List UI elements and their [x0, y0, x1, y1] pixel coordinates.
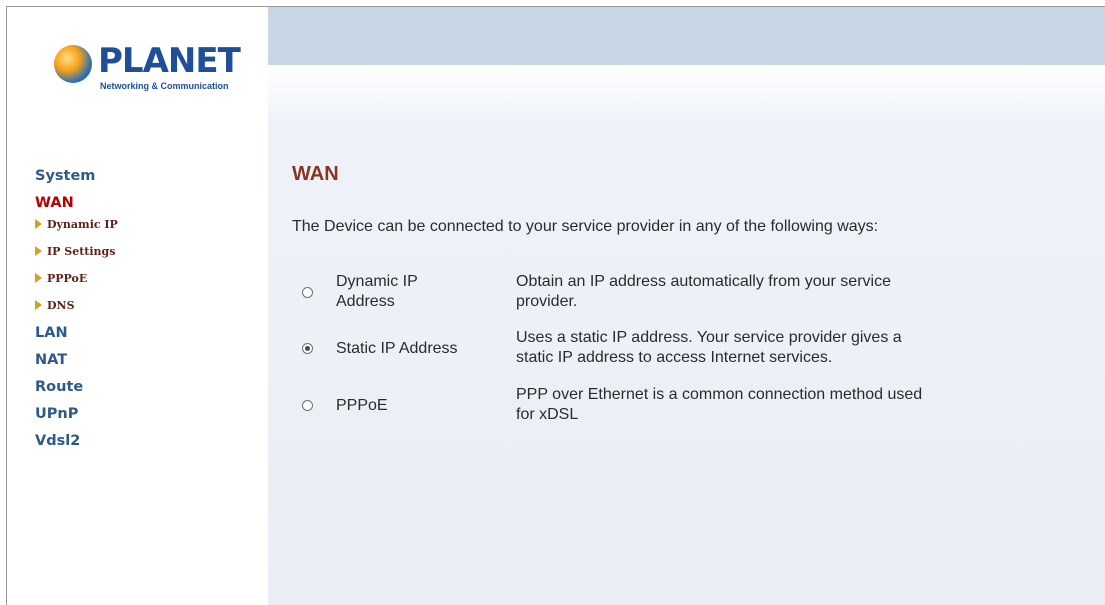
logo-brand: PLANET: [98, 41, 241, 81]
sidebar-subitem-label: DNS: [47, 299, 75, 312]
page-title: WAN: [292, 163, 339, 185]
option-label: PPPoE: [336, 397, 388, 414]
sidebar-subitem-label: IP Settings: [47, 245, 116, 258]
sidebar-item-nat[interactable]: NAT: [35, 349, 118, 376]
sidebar-subitem-dynamic-ip[interactable]: Dynamic IP: [35, 214, 118, 241]
triangle-right-icon: [35, 300, 42, 310]
option-label: Static IP Address: [336, 340, 458, 357]
sidebar: PLANET Networking & Communication System…: [7, 7, 268, 605]
sidebar-menu: System WAN Dynamic IP IP Settings PPPoE …: [35, 165, 118, 457]
header-bar: [268, 7, 1105, 65]
sidebar-subitem-ip-settings[interactable]: IP Settings: [35, 241, 118, 268]
sidebar-item-lan[interactable]: LAN: [35, 322, 118, 349]
option-description: Uses a static IP address. Your service p…: [516, 328, 1016, 368]
sidebar-subitem-label: Dynamic IP: [47, 218, 118, 231]
main-content: WAN The Device can be connected to your …: [268, 65, 1105, 605]
option-description: Obtain an IP address automatically from …: [516, 272, 1016, 312]
pppoe-radio[interactable]: [302, 400, 313, 411]
sidebar-item-route[interactable]: Route: [35, 376, 118, 403]
triangle-right-icon: [35, 246, 42, 256]
option-desc-line: provider.: [516, 293, 578, 310]
option-desc-line: for xDSL: [516, 406, 579, 423]
sidebar-item-vdsl2[interactable]: Vdsl2: [35, 430, 118, 457]
option-description: PPP over Ethernet is a common connection…: [516, 385, 1016, 425]
intro-text: The Device can be connected to your serv…: [292, 218, 879, 235]
option-label: Dynamic IP Address: [336, 272, 496, 312]
sidebar-subitem-pppoe[interactable]: PPPoE: [35, 268, 118, 295]
globe-icon: [54, 45, 92, 83]
sidebar-item-wan[interactable]: WAN: [35, 192, 118, 214]
sidebar-item-upnp[interactable]: UPnP: [35, 403, 118, 430]
logo-tagline: Networking & Communication: [100, 81, 229, 91]
dynamic-ip-radio[interactable]: [302, 287, 313, 298]
option-desc-line: Obtain an IP address automatically from …: [516, 273, 891, 290]
option-label-line: Address: [336, 293, 395, 310]
static-ip-radio[interactable]: [302, 343, 313, 354]
option-desc-line: static IP address to access Internet ser…: [516, 349, 833, 366]
sidebar-subitem-dns[interactable]: DNS: [35, 295, 118, 322]
planet-logo: PLANET Networking & Communication: [52, 41, 241, 101]
option-desc-line: Uses a static IP address. Your service p…: [516, 329, 902, 346]
option-desc-line: PPP over Ethernet is a common connection…: [516, 386, 923, 403]
triangle-right-icon: [35, 219, 42, 229]
option-label-line: Dynamic IP: [336, 273, 418, 290]
sidebar-subitem-label: PPPoE: [47, 272, 88, 285]
triangle-right-icon: [35, 273, 42, 283]
sidebar-item-system[interactable]: System: [35, 165, 118, 192]
